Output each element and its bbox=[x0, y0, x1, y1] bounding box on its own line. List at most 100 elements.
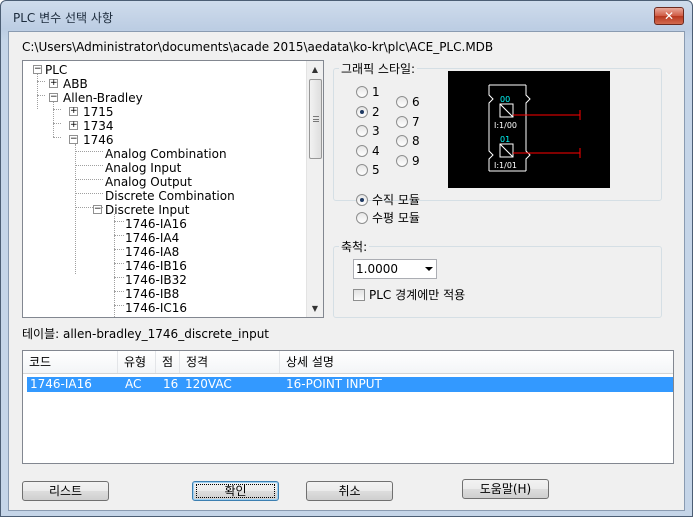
tree-item[interactable]: 1734 bbox=[83, 119, 114, 133]
radio-label: 8 bbox=[412, 134, 420, 148]
vertical-module-radio[interactable]: 수직 모듈 bbox=[356, 193, 420, 207]
tree-item[interactable]: Discrete Combination bbox=[105, 189, 235, 203]
table-row[interactable]: 1746-IA16 AC 16 120VAC 16-POINT INPUT bbox=[27, 377, 673, 392]
tree-item[interactable]: 1746-IA4 bbox=[125, 231, 179, 245]
preview-address-top: I:1/00 bbox=[494, 121, 517, 130]
collapse-icon[interactable]: − bbox=[93, 205, 102, 214]
radio-circle[interactable] bbox=[356, 125, 368, 137]
cell-type: AC bbox=[125, 377, 142, 391]
scroll-down-icon[interactable]: ▼ bbox=[307, 300, 323, 317]
scrollbar-thumb[interactable] bbox=[309, 79, 322, 159]
style-radio-7[interactable]: 7 bbox=[396, 115, 420, 129]
checkbox-box[interactable] bbox=[353, 289, 365, 301]
radio-circle[interactable] bbox=[396, 115, 408, 128]
tree-item[interactable]: 1746-IB8 bbox=[125, 287, 179, 301]
radio-circle[interactable] bbox=[396, 96, 408, 108]
preview-number-mid: 01 bbox=[500, 135, 510, 144]
radio-label: 6 bbox=[412, 95, 420, 109]
cancel-button[interactable]: 취소 bbox=[306, 481, 393, 501]
radio-circle[interactable] bbox=[356, 212, 368, 224]
style-radio-3[interactable]: 3 bbox=[356, 124, 380, 138]
plc-boundary-only-checkbox[interactable]: PLC 경계에만 적용 bbox=[353, 288, 465, 302]
help-button[interactable]: 도움말(H) bbox=[462, 479, 549, 499]
list-header: 코드 유형 점 정격 상세 설명 bbox=[23, 351, 673, 374]
ok-button[interactable]: 확인 bbox=[192, 481, 279, 501]
collapse-icon[interactable]: − bbox=[69, 135, 78, 144]
radio-circle[interactable] bbox=[356, 164, 368, 176]
tree-item[interactable]: Analog Combination bbox=[105, 147, 227, 161]
radio-circle[interactable] bbox=[396, 154, 408, 167]
radio-circle[interactable] bbox=[356, 194, 368, 206]
focus-rect bbox=[196, 484, 275, 498]
column-header-code[interactable]: 코드 bbox=[23, 351, 118, 373]
radio-circle[interactable] bbox=[396, 135, 408, 147]
style-radio-5[interactable]: 5 bbox=[356, 163, 380, 177]
module-list-view[interactable]: 코드 유형 점 정격 상세 설명 1746-IA16 AC 16 120VAC … bbox=[22, 350, 674, 464]
tree-vertical-scrollbar[interactable]: ▲ ▼ bbox=[306, 61, 323, 317]
list-button[interactable]: 리스트 bbox=[22, 481, 109, 501]
checkbox-label: PLC 경계에만 적용 bbox=[369, 288, 466, 302]
style-radio-6[interactable]: 6 bbox=[396, 95, 420, 109]
style-radio-8[interactable]: 8 bbox=[396, 134, 420, 148]
tree-item[interactable]: Analog Output bbox=[105, 175, 192, 189]
cell-code: 1746-IA16 bbox=[30, 377, 92, 391]
radio-label: 4 bbox=[372, 143, 380, 158]
tree-item[interactable]: 1746-IG16 bbox=[125, 315, 188, 317]
window-title: PLC 변수 선택 사항 bbox=[13, 11, 113, 25]
expand-icon[interactable]: + bbox=[49, 79, 58, 88]
scale-label: 축척: bbox=[339, 238, 370, 255]
radio-label: 7 bbox=[412, 114, 420, 129]
dialog-body: C:\Users\Administrator\documents\acade 2… bbox=[8, 31, 685, 511]
tree-item[interactable]: 1746-IC16 bbox=[125, 301, 187, 315]
tree-item[interactable]: Analog Input bbox=[105, 161, 181, 175]
style-radio-4[interactable]: 4 bbox=[356, 144, 380, 158]
title-bar[interactable]: PLC 변수 선택 사항 ✕ bbox=[1, 1, 692, 31]
graphic-style-label: 그래픽 스타일: bbox=[339, 60, 418, 77]
scroll-up-icon[interactable]: ▲ bbox=[307, 61, 323, 78]
radio-label: 3 bbox=[372, 124, 380, 138]
tree-item[interactable]: Discrete Input bbox=[105, 203, 189, 217]
column-header-description[interactable]: 상세 설명 bbox=[280, 351, 673, 373]
radio-circle[interactable] bbox=[356, 144, 368, 157]
horizontal-module-radio[interactable]: 수평 모듈 bbox=[356, 211, 420, 225]
collapse-icon[interactable]: − bbox=[33, 65, 42, 74]
tree-content: − PLC + ABB − Allen-Bradley +1715 +1734−1746 Ana… bbox=[23, 61, 308, 317]
column-header-type[interactable]: 유형 bbox=[118, 351, 156, 373]
radio-label: 2 bbox=[372, 104, 380, 119]
tree-item[interactable]: 1715 bbox=[83, 105, 114, 119]
style-radio-9[interactable]: 9 bbox=[396, 154, 420, 168]
cell-rating: 120VAC bbox=[185, 377, 232, 391]
scale-group bbox=[333, 246, 662, 318]
expand-icon[interactable]: + bbox=[69, 121, 78, 130]
database-path: C:\Users\Administrator\documents\acade 2… bbox=[22, 40, 494, 54]
plc-variable-dialog: PLC 변수 선택 사항 ✕ C:\Users\Administrator\do… bbox=[0, 0, 693, 517]
tree-item[interactable]: 1746-IB32 bbox=[125, 273, 187, 287]
chevron-down-icon[interactable] bbox=[425, 267, 433, 271]
expand-icon[interactable]: + bbox=[69, 107, 78, 116]
tree-item[interactable]: 1746-IB16 bbox=[125, 259, 187, 273]
radio-label: 수직 모듈 bbox=[372, 193, 420, 207]
preview-number-top: 00 bbox=[500, 95, 510, 104]
tree-item[interactable]: ABB bbox=[63, 77, 88, 91]
scale-value: 1.0000 bbox=[356, 262, 398, 276]
column-header-rating[interactable]: 정격 bbox=[180, 351, 280, 373]
column-header-points[interactable]: 점 bbox=[156, 351, 180, 373]
collapse-icon[interactable]: − bbox=[49, 93, 58, 102]
radio-label: 5 bbox=[372, 163, 380, 177]
tree-item[interactable]: Allen-Bradley bbox=[63, 91, 143, 105]
table-name-label: 테이블: allen-bradley_1746_discrete_input bbox=[22, 327, 270, 341]
tree-item[interactable]: 1746-IA8 bbox=[125, 245, 179, 259]
plc-tree-view[interactable]: − PLC + ABB − Allen-Bradley +1715 +1734−1746 Ana… bbox=[22, 60, 324, 318]
style-radio-1[interactable]: 1 bbox=[356, 85, 380, 99]
radio-label: 수평 모듈 bbox=[372, 211, 420, 225]
tree-item[interactable]: 1746 bbox=[83, 133, 114, 147]
style-radio-2[interactable]: 2 bbox=[356, 105, 380, 119]
tree-item[interactable]: PLC bbox=[45, 63, 67, 77]
module-preview: 00 I:1/00 01 I:1/01 bbox=[448, 71, 610, 188]
scale-combobox[interactable]: 1.0000 bbox=[353, 259, 437, 279]
radio-circle[interactable] bbox=[356, 86, 368, 98]
radio-circle[interactable] bbox=[356, 105, 368, 118]
close-button[interactable]: ✕ bbox=[654, 7, 684, 25]
module-preview-graphic: 00 I:1/00 01 I:1/01 bbox=[488, 84, 581, 172]
tree-item[interactable]: 1746-IA16 bbox=[125, 217, 187, 231]
